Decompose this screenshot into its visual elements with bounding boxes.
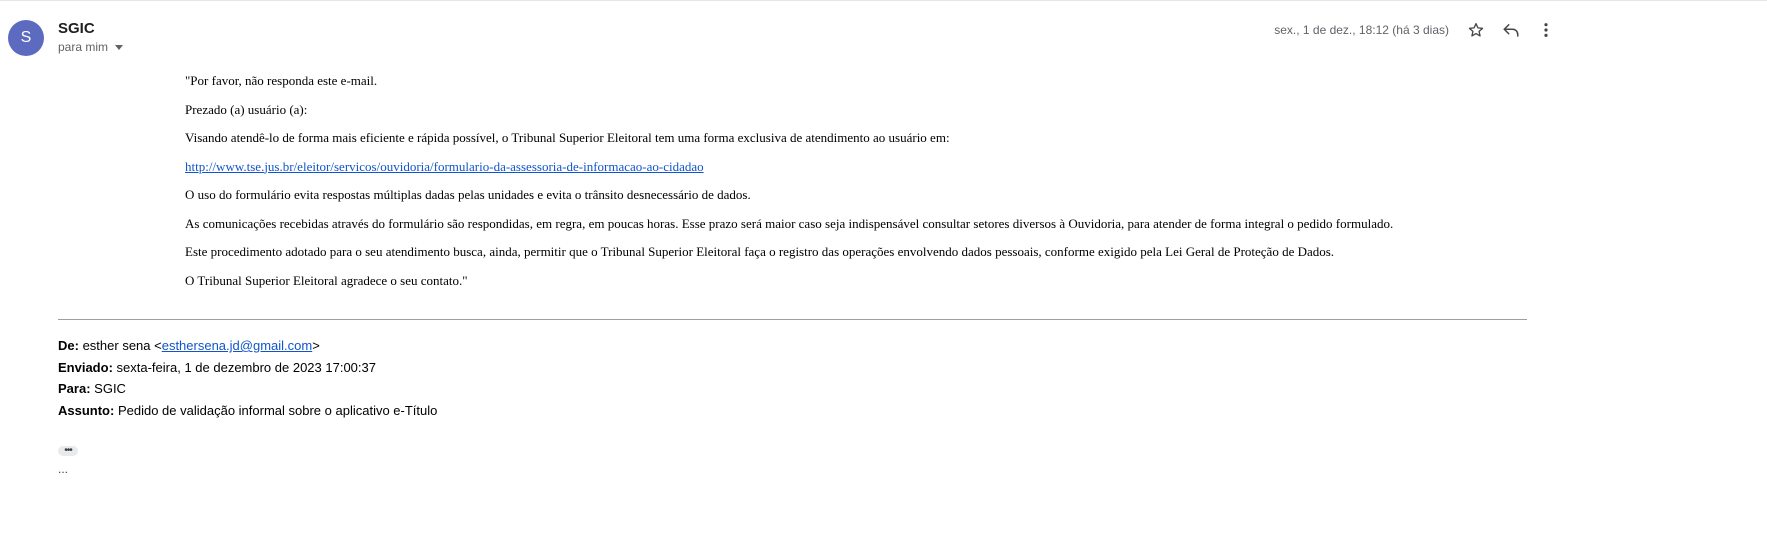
subject-label: Assunto: [58,402,115,418]
message-date: sex., 1 de dez., 18:12 (há 3 dias) [1274,23,1449,37]
from-email-link[interactable]: esthersena.jd@gmail.com [162,338,312,353]
subject-row: Assunto: Pedido de validação informal so… [58,400,437,422]
reply-icon [1503,24,1519,37]
message-body: "Por favor, não responda este e-mail. Pr… [185,72,1394,300]
to-label: Para: [58,381,91,396]
caret-down-icon [115,45,124,50]
from-label: De: [58,338,79,353]
body-paragraph: http://www.tse.jus.br/eleitor/servicos/o… [185,158,1385,187]
ouvidoria-form-link[interactable]: http://www.tse.jus.br/eleitor/servicos/o… [185,159,704,174]
body-paragraph: O Tribunal Superior Eleitoral agradece o… [185,272,468,288]
from-row: De: esther sena <esthersena.jd@gmail.com… [58,335,437,357]
show-trimmed-content-button[interactable]: ••• [58,446,78,456]
sent-row: Enviado: sexta-feira, 1 de dezembro de 2… [58,357,437,379]
to-row: Para: SGIC [58,378,437,400]
more-options-button[interactable] [1534,18,1558,42]
top-border [0,0,1767,4]
recipient-label: para mim [58,40,109,54]
body-paragraph: Visando atendê-lo de forma mais eficient… [185,130,950,145]
more-vert-icon [1544,23,1548,37]
sent-value: sexta-feira, 1 de dezembro de 2023 17:00… [116,359,376,375]
sent-label: Enviado: [58,359,113,375]
trimmed-dots: ... [58,462,69,476]
body-paragraph: Este procedimento adotado para o seu ate… [185,244,1335,259]
quote-divider [58,319,1527,320]
to-value: SGIC [94,381,126,396]
body-paragraph: As comunicações recebidas através do for… [185,215,1394,231]
sender-name[interactable]: SGIC [58,20,95,37]
avatar[interactable]: S [8,20,44,56]
recipient-dropdown[interactable]: para mim [58,40,124,54]
body-paragraph: Prezado (a) usuário (a): [185,101,308,117]
from-name: esther sena < [82,338,162,353]
subject-value: Pedido de validação informal sobre o apl… [117,402,438,418]
body-paragraph: O uso do formulário evita respostas múlt… [185,187,751,202]
body-paragraph: "Por favor, não responda este e-mail. [185,73,378,88]
star-icon [1468,23,1484,37]
from-close: > [312,338,320,353]
reply-button[interactable] [1499,18,1523,42]
quoted-header: De: esther sena <esthersena.jd@gmail.com… [58,335,437,421]
star-button[interactable] [1464,18,1488,42]
